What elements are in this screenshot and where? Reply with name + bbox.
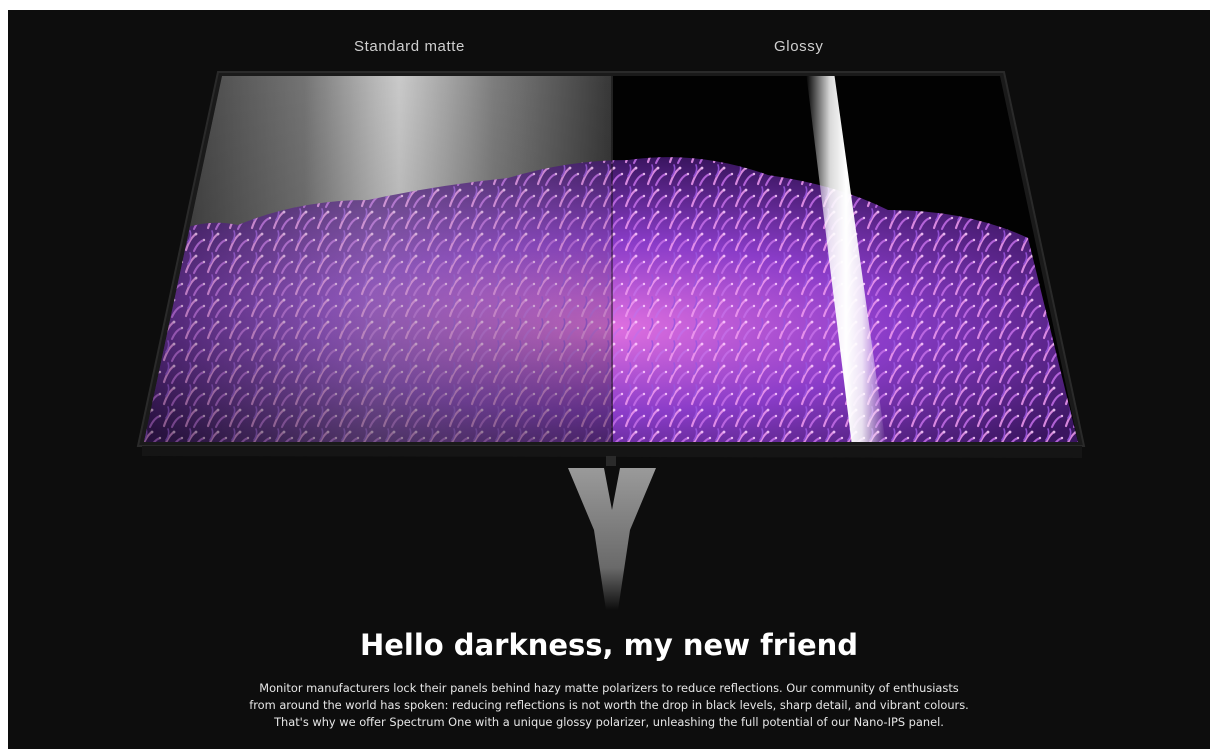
monitor-comparison-image <box>136 71 1086 610</box>
description-line: from around the world has spoken: reduci… <box>249 698 969 712</box>
description-line: That's why we offer Spectrum One with a … <box>274 715 944 729</box>
description-line: Monitor manufacturers lock their panels … <box>259 681 959 695</box>
section-description: Monitor manufacturers lock their panels … <box>8 680 1210 731</box>
section-headline: Hello darkness, my new friend <box>359 628 859 662</box>
product-feature-section: Standard matte Glossy Hello darkness, my… <box>8 10 1210 749</box>
